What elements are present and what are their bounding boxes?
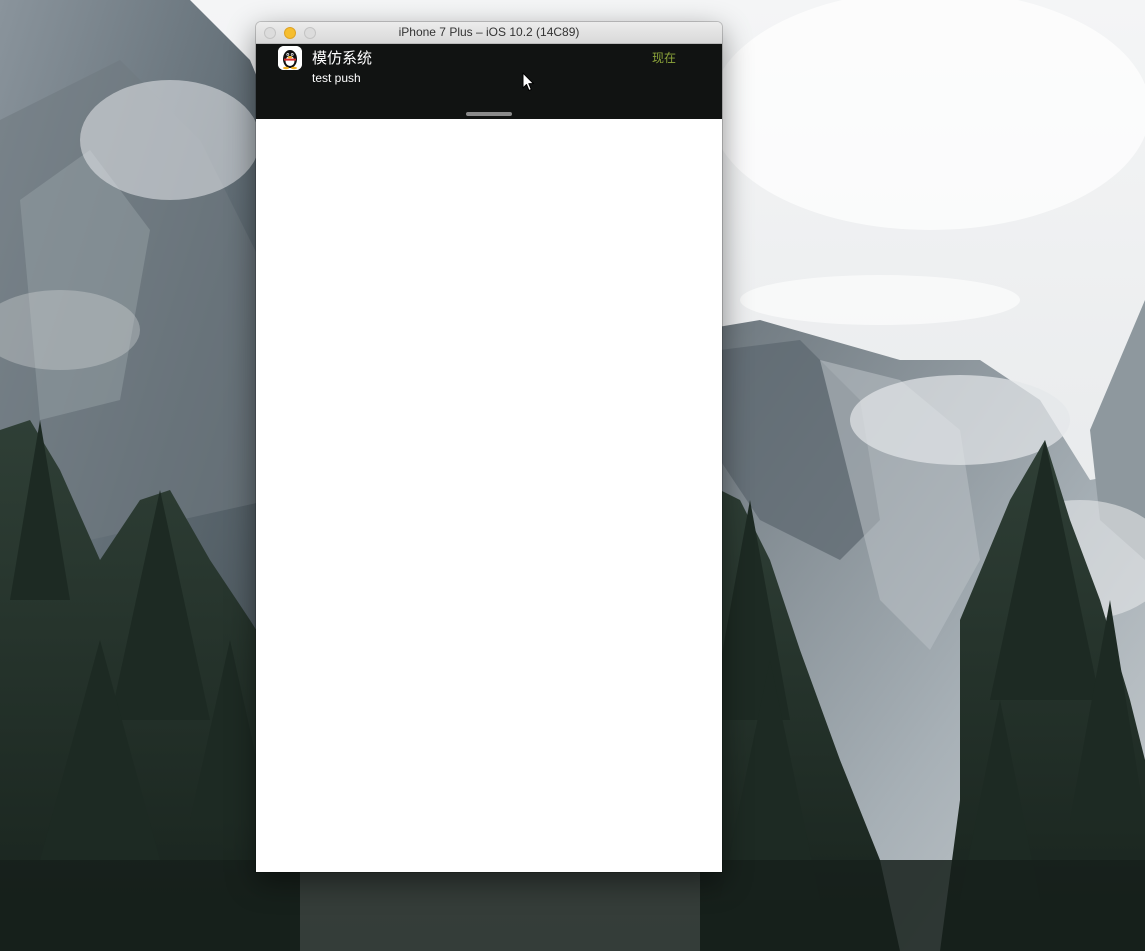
app-screen[interactable]: [256, 119, 722, 872]
notification-banner[interactable]: 模仿系统 现在 test push: [256, 44, 722, 119]
qq-penguin-icon: [278, 46, 302, 70]
notification-time: 现在: [651, 51, 676, 65]
window-titlebar[interactable]: iPhone 7 Plus – iOS 10.2 (14C89): [256, 22, 722, 44]
simulator-window[interactable]: iPhone 7 Plus – iOS 10.2 (14C89) 模仿系统 现在…: [256, 22, 722, 872]
desktop: iPhone 7 Plus – iOS 10.2 (14C89) 模仿系统 现在…: [0, 0, 1145, 951]
window-title: iPhone 7 Plus – iOS 10.2 (14C89): [398, 25, 580, 39]
banner-grabber-handle[interactable]: [466, 112, 512, 116]
notification-app-name: 模仿系统: [312, 49, 373, 67]
notification-message: test push: [312, 71, 361, 85]
mouse-pointer-icon: [522, 72, 534, 91]
